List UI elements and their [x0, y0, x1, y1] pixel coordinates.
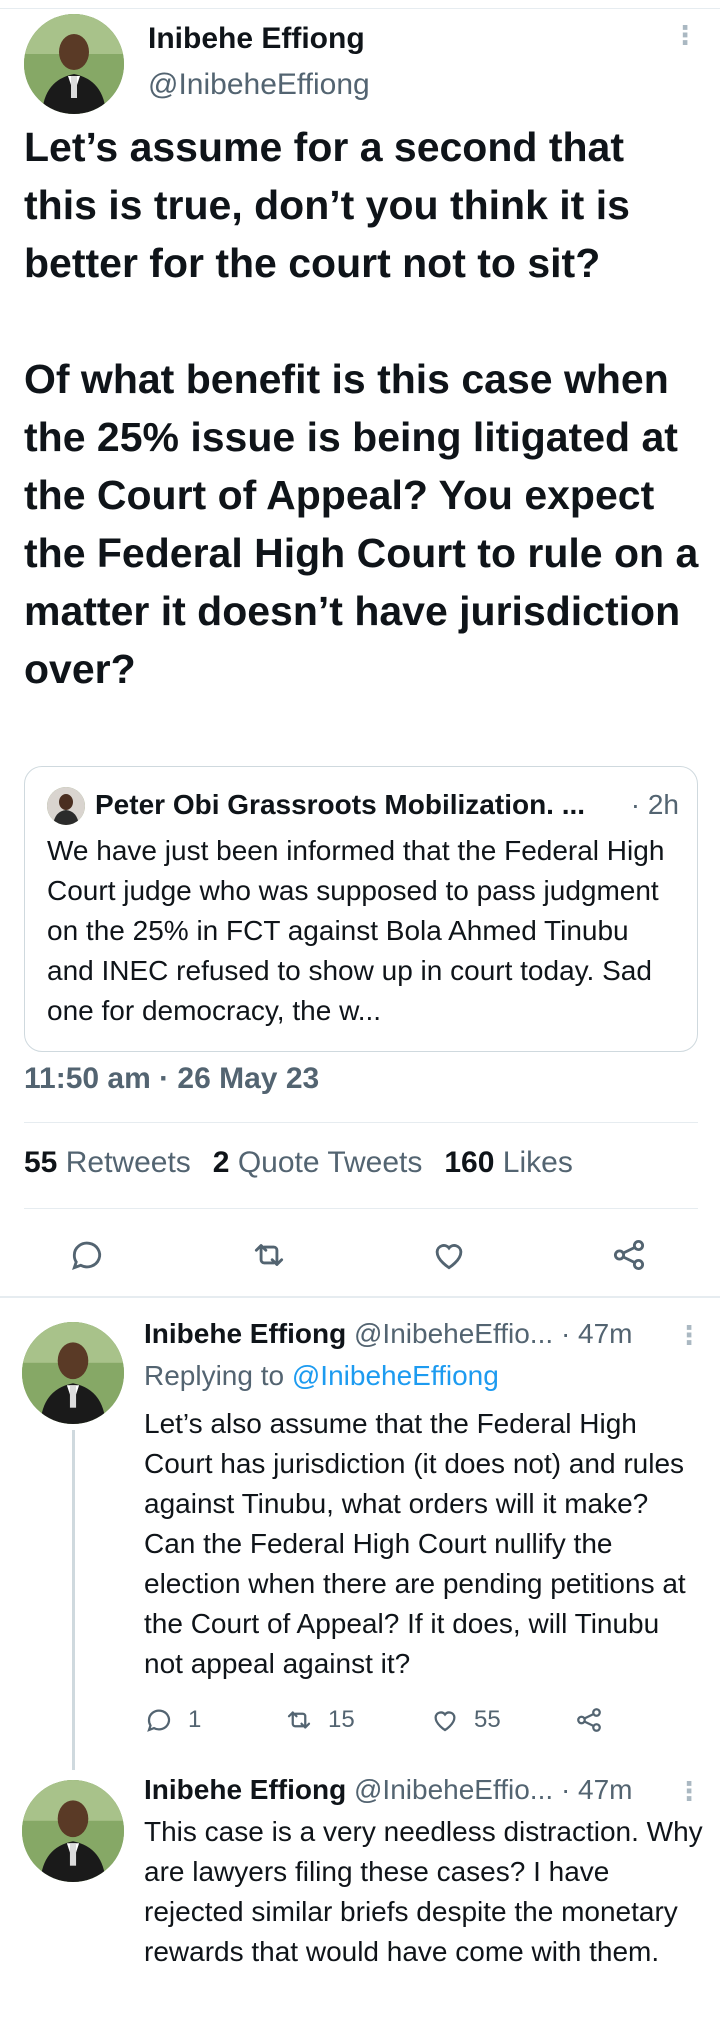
like-icon [434, 1711, 456, 1732]
reply-icon[interactable] [68, 1236, 106, 1274]
quoted-avatar [47, 787, 85, 825]
share-icon [577, 1708, 601, 1732]
author-handle[interactable]: @InibeheEffio... [354, 1318, 553, 1349]
retweet-button[interactable]: 15 [284, 1700, 355, 1740]
reply-header: Inibehe Effiong @InibeheEffio... · 47m [144, 1318, 704, 1350]
quoted-time: · 2h [630, 789, 679, 820]
likes-label[interactable]: Likes [503, 1146, 573, 1179]
like-count: 55 [474, 1706, 501, 1733]
likes-count[interactable]: 160 [444, 1146, 494, 1179]
replying-to: Replying to @InibeheEffiong [144, 1360, 499, 1392]
tweet-text: Let’s assume for a second that this is t… [24, 124, 699, 692]
thread-connector [72, 1430, 75, 1770]
replying-prefix: Replying to [144, 1360, 285, 1391]
profile-photo-icon [22, 1322, 124, 1424]
author-name[interactable]: Inibehe Effiong [148, 22, 365, 56]
reply-header: Inibehe Effiong @InibeheEffio... · 47m [144, 1774, 704, 1806]
reply-actions: 1 15 55 [144, 1700, 704, 1740]
author-handle[interactable]: @InibeheEffiong [148, 68, 370, 102]
reply-time[interactable]: · 47m [561, 1774, 633, 1805]
retweets-count[interactable]: 55 [24, 1146, 57, 1179]
author-name[interactable]: Inibehe Effiong [144, 1774, 346, 1805]
quotes-count[interactable]: 2 [213, 1146, 230, 1179]
reply-text: This case is a very needless distraction… [144, 1816, 703, 1967]
tweet-timestamp[interactable]: 11:50 am · 26 May 23 [24, 1062, 319, 1096]
retweet-icon[interactable] [250, 1236, 288, 1274]
author-handle[interactable]: @InibeheEffio... [354, 1774, 553, 1805]
retweet-count: 15 [328, 1706, 355, 1733]
more-options-icon[interactable]: ⋮ [672, 22, 698, 48]
more-options-icon[interactable]: ⋮ [676, 1778, 702, 1804]
reply-time[interactable]: · 47m [561, 1318, 633, 1349]
tweet-actions [0, 1226, 720, 1282]
quoted-profile-photo-icon [47, 787, 85, 825]
avatar[interactable] [22, 1780, 124, 1882]
divider [24, 1208, 698, 1209]
replying-to-link[interactable]: @InibeheEffiong [292, 1360, 499, 1391]
reply-text: Let’s also assume that the Federal High … [144, 1408, 686, 1679]
profile-photo-icon [22, 1780, 124, 1882]
share-icon[interactable] [610, 1236, 648, 1274]
retweets-label[interactable]: Retweets [66, 1146, 191, 1179]
tweet-stats: 55 Retweets 2 Quote Tweets 160 Likes [24, 1146, 573, 1180]
quotes-label[interactable]: Quote Tweets [238, 1146, 423, 1179]
reply-button[interactable]: 1 [144, 1700, 201, 1740]
quoted-text: We have just been informed that the Fede… [47, 835, 665, 1026]
quoted-author-name: Peter Obi Grassroots Mobilization. ... [95, 789, 586, 820]
more-options-icon[interactable]: ⋮ [676, 1322, 702, 1348]
reply-count: 1 [188, 1706, 202, 1733]
reply-icon [147, 1709, 171, 1732]
author-name[interactable]: Inibehe Effiong [144, 1318, 346, 1349]
like-icon[interactable] [430, 1236, 468, 1274]
quoted-tweet-card[interactable]: Peter Obi Grassroots Mobilization. ... ·… [24, 766, 698, 1052]
retweet-icon [287, 1711, 311, 1729]
top-divider [0, 8, 720, 9]
avatar[interactable] [22, 1322, 124, 1424]
profile-photo-icon [24, 14, 124, 114]
share-button[interactable] [574, 1700, 604, 1740]
section-divider [0, 1296, 720, 1298]
divider [24, 1122, 698, 1123]
like-button[interactable]: 55 [430, 1700, 501, 1740]
avatar[interactable] [24, 14, 124, 114]
